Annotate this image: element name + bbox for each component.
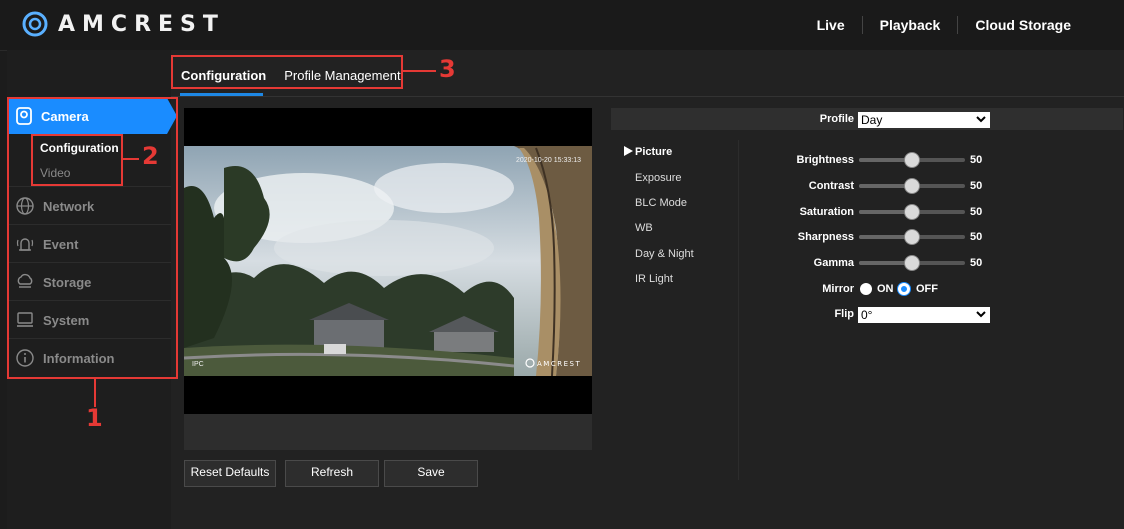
contrast-slider[interactable] bbox=[859, 178, 965, 194]
brand-logo: AMCREST bbox=[22, 11, 225, 37]
panel-divider bbox=[738, 140, 739, 480]
brightness-label: Brightness bbox=[796, 154, 854, 166]
param-blc-mode[interactable]: BLC Mode bbox=[635, 197, 687, 209]
contrast-value: 50 bbox=[970, 180, 983, 192]
nav-cloud-storage[interactable]: Cloud Storage bbox=[957, 16, 1088, 34]
video-toolbar bbox=[184, 414, 592, 450]
param-exposure[interactable]: Exposure bbox=[635, 172, 681, 184]
play-arrow-icon bbox=[624, 146, 633, 156]
annotation-number-1: 1 bbox=[86, 404, 103, 432]
brand-name: AMCREST bbox=[58, 11, 225, 37]
profile-select-value: Day bbox=[861, 113, 883, 127]
video-watermark: AMCREST bbox=[537, 360, 581, 368]
amcrest-logo-icon bbox=[22, 11, 48, 37]
video-timestamp: 2020-10-20 15:33:13 bbox=[516, 157, 581, 164]
sharpness-slider[interactable] bbox=[859, 229, 965, 245]
annotation-number-2: 2 bbox=[142, 142, 159, 170]
param-day-night[interactable]: Day & Night bbox=[635, 248, 694, 260]
mirror-label: Mirror bbox=[822, 283, 854, 295]
flip-label: Flip bbox=[834, 308, 854, 320]
sharpness-label: Sharpness bbox=[797, 231, 854, 243]
save-button[interactable]: Save bbox=[384, 460, 478, 487]
chevron-down-icon bbox=[976, 311, 986, 318]
mirror-off-radio[interactable] bbox=[898, 283, 910, 295]
mirror-on-radio[interactable] bbox=[860, 283, 872, 295]
top-bar: AMCREST Live Playback Cloud Storage bbox=[0, 0, 1124, 51]
tab-divider bbox=[171, 96, 1124, 97]
annotation-line-1 bbox=[94, 379, 96, 407]
brightness-value: 50 bbox=[970, 154, 983, 166]
gamma-label: Gamma bbox=[813, 257, 854, 269]
param-picture[interactable]: Picture bbox=[635, 146, 672, 158]
saturation-value: 50 bbox=[970, 206, 983, 218]
gamma-value: 50 bbox=[970, 257, 983, 269]
param-wb[interactable]: WB bbox=[635, 222, 653, 234]
refresh-button[interactable]: Refresh bbox=[285, 460, 379, 487]
mirror-off-label: OFF bbox=[916, 283, 938, 295]
reset-defaults-button[interactable]: Reset Defaults bbox=[184, 460, 276, 487]
annotation-box-3 bbox=[171, 55, 403, 89]
top-nav: Live Playback Cloud Storage bbox=[800, 16, 1088, 34]
param-ir-light[interactable]: IR Light bbox=[635, 273, 673, 285]
camera-live-image: 2020-10-20 15:33:13 IPC AMCREST bbox=[183, 146, 592, 377]
flip-select-value: 0° bbox=[861, 308, 873, 322]
video-channel-label: IPC bbox=[192, 361, 204, 368]
video-preview[interactable]: 2020-10-20 15:33:13 IPC AMCREST bbox=[183, 108, 592, 414]
brightness-slider[interactable] bbox=[859, 152, 965, 168]
sharpness-value: 50 bbox=[970, 231, 983, 243]
nav-live[interactable]: Live bbox=[800, 16, 862, 34]
saturation-label: Saturation bbox=[799, 206, 854, 218]
contrast-label: Contrast bbox=[808, 180, 854, 192]
annotation-line-3 bbox=[403, 70, 436, 72]
flip-select[interactable]: 0° bbox=[858, 307, 990, 323]
profile-select[interactable]: Day bbox=[858, 112, 990, 128]
annotation-box-2 bbox=[31, 134, 123, 186]
nav-playback[interactable]: Playback bbox=[861, 16, 958, 34]
profile-label: Profile bbox=[819, 113, 854, 125]
annotation-number-3: 3 bbox=[439, 55, 456, 83]
chevron-down-icon bbox=[976, 116, 986, 123]
annotation-line-2 bbox=[123, 158, 139, 160]
gamma-slider[interactable] bbox=[859, 255, 965, 271]
saturation-slider[interactable] bbox=[859, 204, 965, 220]
mirror-on-label: ON bbox=[877, 283, 894, 295]
